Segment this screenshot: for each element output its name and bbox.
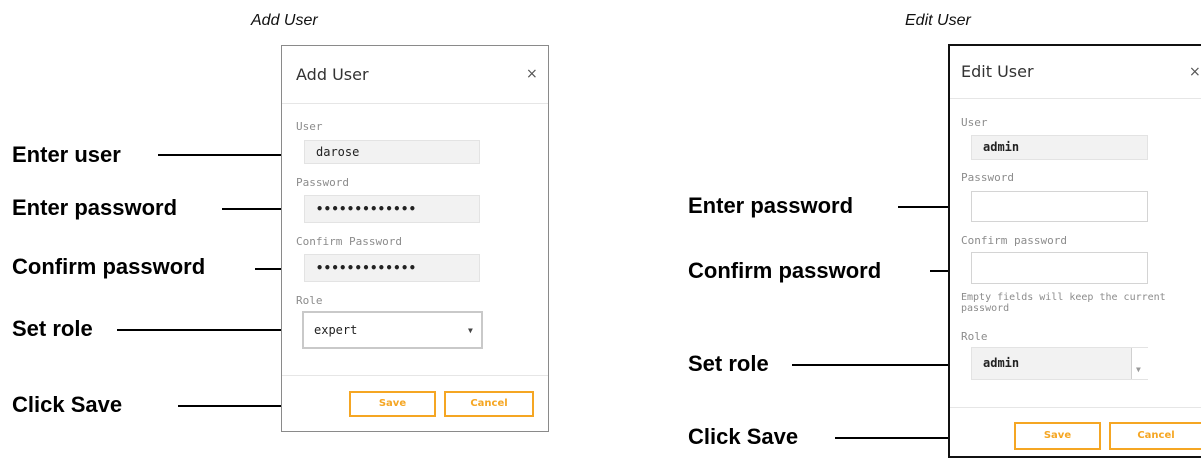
- role-select[interactable]: admin ▼: [971, 347, 1148, 380]
- dropdown-toggle[interactable]: ▼: [1131, 348, 1148, 379]
- password-field[interactable]: [971, 191, 1148, 222]
- callout-enter-password: Enter password: [12, 195, 178, 220]
- user-field[interactable]: darose: [304, 140, 480, 164]
- callout-enter-user: Enter user: [12, 142, 121, 167]
- user-field: admin: [971, 135, 1148, 160]
- dialog-footer: Save Cancel: [282, 375, 548, 433]
- callout-confirm-password: Confirm password: [12, 254, 206, 279]
- confirm-password-field[interactable]: •••••••••••••: [304, 254, 480, 282]
- confirm-password-label: Confirm Password: [296, 235, 402, 248]
- password-value: •••••••••••••: [316, 202, 417, 216]
- callout-line-set-role: [117, 329, 303, 331]
- close-icon[interactable]: ×: [526, 66, 538, 82]
- role-label: Role: [961, 330, 988, 343]
- callout-set-role-edit: Set role: [688, 351, 769, 376]
- callout-click-save-edit: Click Save: [688, 424, 799, 449]
- callout-enter-password-edit: Enter password: [688, 193, 854, 218]
- password-label: Password: [296, 176, 349, 189]
- confirm-password-label: Confirm password: [961, 234, 1067, 247]
- confirm-password-value: •••••••••••••: [316, 261, 417, 275]
- cancel-button[interactable]: Cancel: [1109, 422, 1201, 450]
- dialog-title: Add User: [296, 65, 369, 84]
- save-button[interactable]: Save: [349, 391, 436, 417]
- dialog-title: Edit User: [961, 62, 1034, 81]
- role-select[interactable]: expert ▼: [302, 311, 483, 349]
- user-value: admin: [983, 140, 1020, 154]
- close-icon[interactable]: ×: [1189, 64, 1201, 80]
- cancel-button[interactable]: Cancel: [444, 391, 534, 417]
- password-field[interactable]: •••••••••••••: [304, 195, 480, 223]
- caption-add-user: Add User: [251, 12, 318, 29]
- role-label: Role: [296, 294, 323, 307]
- user-value: darose: [316, 145, 360, 159]
- caption-edit-user: Edit User: [905, 12, 971, 29]
- role-value: admin: [983, 356, 1020, 370]
- confirm-password-field[interactable]: [971, 252, 1148, 284]
- user-label: User: [961, 116, 988, 129]
- dialog-footer: Save Cancel: [950, 407, 1201, 459]
- edit-user-dialog: Edit User × User admin Password Confirm …: [948, 44, 1201, 458]
- save-button[interactable]: Save: [1014, 422, 1101, 450]
- chevron-down-icon: ▼: [468, 326, 473, 335]
- password-hint: Empty fields will keep the current passw…: [961, 292, 1166, 314]
- add-user-dialog: Add User × User darose Password ••••••••…: [281, 45, 549, 432]
- callout-confirm-password-edit: Confirm password: [688, 258, 882, 283]
- dialog-header: Add User ×: [282, 46, 548, 104]
- password-label: Password: [961, 171, 1014, 184]
- chevron-down-icon: ▼: [1136, 365, 1141, 374]
- role-value: expert: [314, 323, 358, 337]
- dialog-header: Edit User ×: [950, 46, 1201, 99]
- callout-set-role: Set role: [12, 316, 93, 341]
- callout-click-save: Click Save: [12, 392, 123, 417]
- user-label: User: [296, 120, 323, 133]
